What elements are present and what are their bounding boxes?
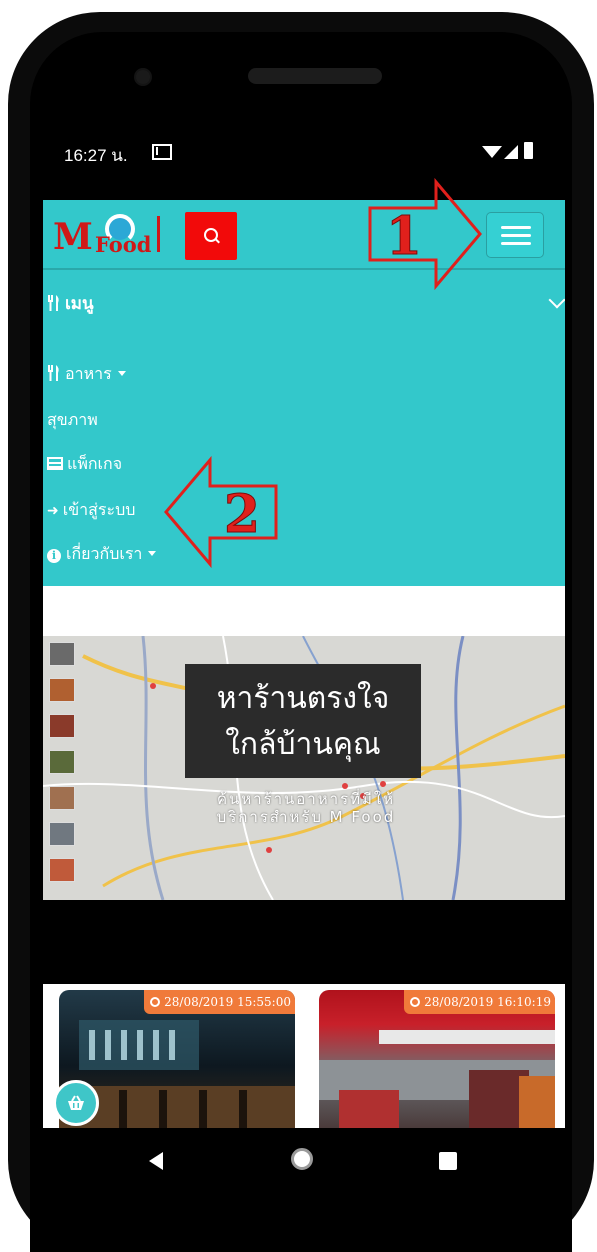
hamburger-bar — [501, 234, 531, 237]
android-navigation-bar — [43, 1128, 565, 1192]
menu-item-package[interactable]: แพ็กเกจ — [47, 452, 122, 477]
earpiece-speaker — [248, 68, 382, 84]
thumbnail — [49, 858, 75, 882]
logo-word-food: Food — [95, 232, 152, 257]
wifi-icon — [482, 146, 502, 158]
package-list-icon — [47, 457, 63, 470]
caret-down-icon — [117, 371, 126, 376]
menu-header[interactable]: เมนู — [47, 290, 94, 317]
annotation-number: 2 — [224, 484, 260, 545]
thumbnail — [49, 786, 75, 810]
hero-map-banner[interactable]: หาร้านตรงใจ ใกล้บ้านคุณ ค้นหาร้านอาหารที… — [43, 636, 565, 900]
front-camera — [136, 70, 150, 84]
mfood-logo[interactable]: M Food — [53, 214, 173, 258]
hero-title-line: ใกล้บ้านคุณ — [225, 727, 381, 762]
status-time: 16:27 น. — [64, 146, 128, 165]
menu-header-label: เมนู — [65, 294, 94, 314]
basket-icon — [68, 1095, 84, 1110]
home-icon[interactable] — [291, 1148, 313, 1170]
battery-icon — [524, 142, 533, 159]
thumbnail — [49, 642, 75, 666]
hero-title: หาร้านตรงใจ ใกล้บ้านคุณ — [185, 676, 421, 768]
menu-toggle-button[interactable] — [486, 212, 544, 258]
menu-item-label: เกี่ยวกับเรา — [66, 544, 143, 563]
dark-section — [43, 900, 565, 984]
menu-item-label: อาหาร — [65, 364, 112, 383]
clock-icon — [410, 997, 421, 1007]
app-screen: M Food เมนู อาหาร สุขภาพ แพ็กเกจ ➜เข้าส — [43, 200, 565, 1128]
thumbnail — [49, 750, 75, 774]
menu-item-about[interactable]: i เกี่ยวกับเรา — [47, 542, 157, 567]
menu-item-login[interactable]: ➜ เข้าสู่ระบบ — [47, 498, 135, 523]
top-navbar: M Food — [43, 200, 565, 270]
system-icons — [482, 142, 552, 164]
card-date: 28/08/2019 15:55:00 — [164, 995, 291, 1009]
hero-title-line: หาร้านตรงใจ — [216, 681, 390, 716]
recents-icon[interactable] — [439, 1152, 457, 1170]
cutlery-icon — [48, 295, 59, 311]
fork-icon — [157, 216, 160, 252]
hamburger-bar — [501, 242, 531, 245]
caret-down-icon — [148, 551, 157, 556]
date-badge: 28/08/2019 16:10:19 — [404, 990, 555, 1014]
sign-in-icon: ➜ — [47, 503, 59, 519]
signal-icon — [504, 145, 518, 159]
spacer — [43, 586, 565, 636]
gmail-notification-icon — [152, 144, 172, 160]
search-icon — [204, 228, 218, 242]
clock-icon — [150, 997, 161, 1007]
menu-item-health[interactable]: สุขภาพ — [47, 408, 98, 433]
date-badge: 28/08/2019 15:55:00 — [144, 990, 295, 1014]
card-date: 28/08/2019 16:10:19 — [424, 995, 551, 1009]
cutlery-icon — [48, 365, 59, 381]
cart-button[interactable] — [53, 1080, 99, 1126]
annotation-arrow-2: 2 — [164, 456, 278, 569]
menu-item-label: สุขภาพ — [47, 410, 98, 429]
logo-letter-m: M — [53, 216, 93, 258]
chevron-down-icon[interactable] — [548, 291, 565, 309]
hero-title-box: หาร้านตรงใจ ใกล้บ้านคุณ — [185, 664, 421, 778]
info-icon: i — [47, 549, 61, 563]
menu-item-food[interactable]: อาหาร — [47, 362, 126, 387]
annotation-number: 1 — [386, 206, 422, 267]
thumbnail — [49, 714, 75, 738]
thumbnail — [49, 678, 75, 702]
menu-item-label: เข้าสู่ระบบ — [62, 500, 136, 519]
status-bar: 16:27 น. — [42, 142, 566, 172]
hero-subtitle: ค้นหาร้านอาหารที่มีให้บริการสำหรับ M Foo… — [216, 790, 396, 826]
thumbnail — [49, 822, 75, 846]
hamburger-bar — [501, 226, 531, 229]
menu-item-label: แพ็กเกจ — [67, 454, 123, 473]
thumbnail-strip — [49, 642, 75, 900]
restaurant-cards: 28/08/2019 15:55:00 28/08/2019 16:10:19 — [43, 984, 565, 1128]
restaurant-card[interactable]: 28/08/2019 16:10:19 — [319, 990, 555, 1128]
annotation-arrow-1: 1 — [368, 178, 482, 291]
search-button[interactable] — [185, 212, 237, 260]
collapsed-menu-panel: เมนู อาหาร สุขภาพ แพ็กเกจ ➜ เข้าสู่ระบบ i… — [43, 270, 565, 586]
back-icon[interactable] — [149, 1152, 163, 1170]
